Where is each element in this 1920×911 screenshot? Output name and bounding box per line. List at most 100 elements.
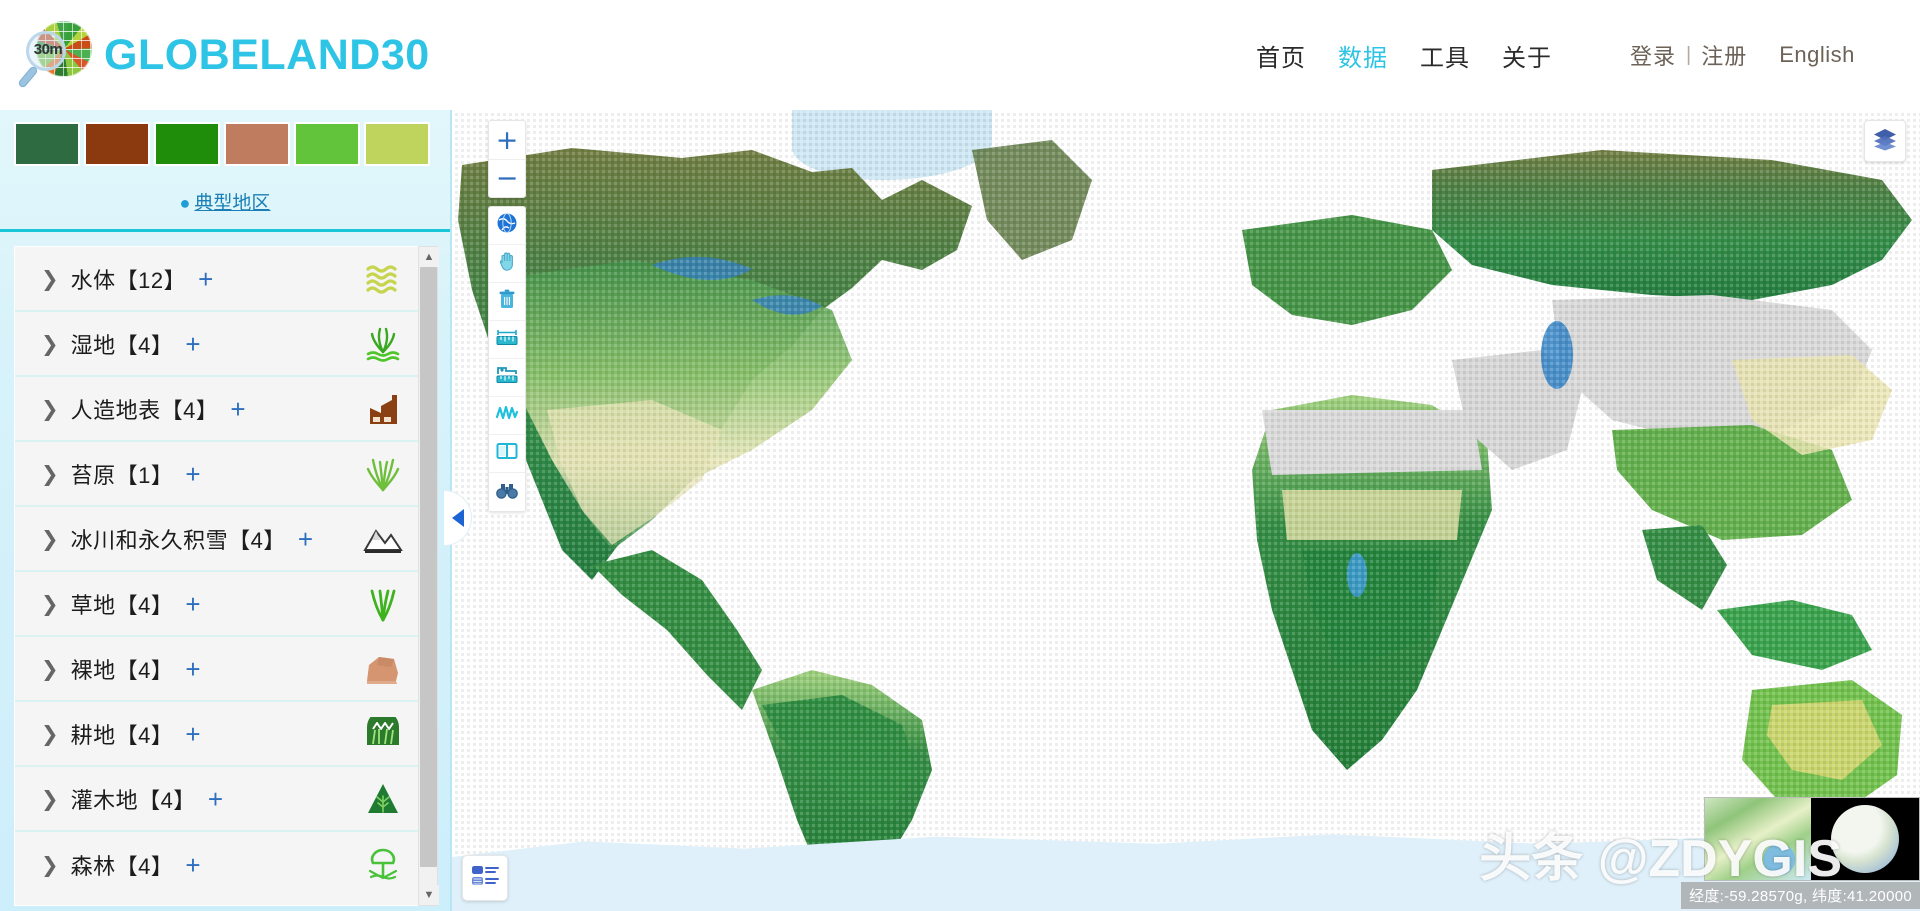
split-compare-button[interactable] xyxy=(489,435,525,473)
login-link[interactable]: 登录 xyxy=(1630,39,1676,71)
measure-distance-icon xyxy=(495,327,519,352)
shrubland-swatch[interactable] xyxy=(364,122,430,166)
forest-swatch[interactable] xyxy=(14,122,80,166)
add-layer-icon[interactable]: + xyxy=(185,461,200,487)
map-toolbar xyxy=(488,206,526,512)
nav-item-data[interactable]: 数据 xyxy=(1322,34,1404,77)
category-row-forest[interactable]: ❯ 森林【4】 + xyxy=(15,832,421,897)
chevron-right-icon: ❯ xyxy=(41,526,59,551)
snow-mountain-icon xyxy=(361,517,405,561)
chevron-right-icon: ❯ xyxy=(41,786,59,811)
nav-item-about[interactable]: 关于 xyxy=(1486,34,1568,77)
grassland-icon xyxy=(361,582,405,626)
chevron-right-icon: ❯ xyxy=(41,331,59,356)
scroll-up-button[interactable]: ▲ xyxy=(419,247,439,267)
binoculars-search-icon xyxy=(495,479,519,506)
sidebar-scrollbar[interactable]: ▲ ▼ xyxy=(418,246,439,906)
brand-logo[interactable]: 30m GLOBELAND30 xyxy=(17,19,430,91)
typical-region-label: 典型地区 xyxy=(194,193,271,214)
clear-trash-icon xyxy=(496,288,518,315)
artificial-surface-swatch[interactable] xyxy=(84,122,150,166)
forest-tree-icon xyxy=(361,843,405,887)
grassland-swatch[interactable] xyxy=(294,122,360,166)
legend-swatch-row xyxy=(0,110,450,166)
measure-area-button[interactable] xyxy=(489,359,525,397)
overview-thumbnails[interactable] xyxy=(1704,797,1920,881)
split-compare-icon xyxy=(495,441,519,466)
category-row-glacier-snow[interactable]: ❯ 冰川和永久积雪【4】 + xyxy=(15,507,421,572)
add-layer-icon[interactable]: + xyxy=(185,852,200,878)
shrub-tree-icon xyxy=(361,777,405,821)
scroll-down-button[interactable]: ▼ xyxy=(419,885,439,905)
section-divider xyxy=(0,229,450,232)
nav-separator: | xyxy=(1686,43,1692,66)
profile-polyline-icon xyxy=(495,403,519,428)
category-row-grassland[interactable]: ❯ 草地【4】 + xyxy=(15,572,421,637)
category-row-water[interactable]: ❯ 水体【12】 + xyxy=(15,247,421,312)
add-layer-icon[interactable]: + xyxy=(185,656,200,682)
category-row-cultivated-land[interactable]: ❯ 耕地【4】 + xyxy=(15,702,421,767)
collapse-panel-left-icon xyxy=(451,509,464,527)
pan-hand-button[interactable] xyxy=(489,245,525,283)
bareland-swatch[interactable] xyxy=(224,122,290,166)
cultivated-land-swatch[interactable] xyxy=(154,122,220,166)
nav-item-home[interactable]: 首页 xyxy=(1240,34,1322,77)
profile-polyline-button[interactable] xyxy=(489,397,525,435)
cultivated-field-icon xyxy=(361,712,405,756)
binoculars-search-button[interactable] xyxy=(489,473,525,511)
add-layer-icon[interactable]: + xyxy=(298,526,313,552)
wetland-reeds-icon xyxy=(361,322,405,366)
nav-item-tools[interactable]: 工具 xyxy=(1404,34,1486,77)
chevron-right-icon: ❯ xyxy=(41,721,59,746)
category-label: 冰川和永久积雪【4】 xyxy=(70,527,286,553)
water-waves-icon xyxy=(361,257,405,301)
category-label: 苔原【1】 xyxy=(70,462,174,488)
category-list-wrapper: ❯ 水体【12】 + ❯ 湿地【4】 + ❯ 人造地表【4】 + ❯ 苔原【1】… xyxy=(14,246,439,906)
globe-sphere-shape xyxy=(1831,805,1899,873)
globe-thumbnail[interactable] xyxy=(1811,798,1919,880)
world-map-viewport[interactable]: + − 头条 @ZDYGIS 经度:-59.28570g, 纬度:41.2000… xyxy=(452,110,1920,911)
category-row-tundra[interactable]: ❯ 苔原【1】 + xyxy=(15,442,421,507)
measure-area-icon xyxy=(495,365,519,390)
bareland-rock-icon xyxy=(361,647,405,691)
overview-map-thumbnail[interactable] xyxy=(1705,798,1811,880)
add-layer-icon[interactable]: + xyxy=(198,266,213,292)
chevron-right-icon: ❯ xyxy=(41,461,59,486)
category-label: 森林【4】 xyxy=(70,853,174,879)
category-row-wetland[interactable]: ❯ 湿地【4】 + xyxy=(15,312,421,377)
category-row-artificial-surface[interactable]: ❯ 人造地表【4】 + xyxy=(15,377,421,442)
main-navigation: 首页 数据 工具 关于 xyxy=(1240,0,1568,110)
zoom-control: + − xyxy=(488,120,526,198)
category-label: 湿地【4】 xyxy=(70,332,174,358)
legend-button[interactable] xyxy=(462,855,508,901)
chevron-right-icon: ❯ xyxy=(41,266,59,291)
chevron-right-icon: ❯ xyxy=(41,396,59,421)
typical-region-link[interactable]: ● 典型地区 xyxy=(0,188,450,215)
clear-trash-button[interactable] xyxy=(489,283,525,321)
add-layer-icon[interactable]: + xyxy=(185,331,200,357)
category-label: 灌木地【4】 xyxy=(70,787,196,813)
scrollbar-thumb[interactable] xyxy=(420,267,437,867)
category-row-bareland[interactable]: ❯ 裸地【4】 + xyxy=(15,637,421,702)
classification-sidebar: ● 典型地区 ❯ 水体【12】 + ❯ 湿地【4】 + ❯ 人造地表【4】 + … xyxy=(0,110,452,911)
layers-button[interactable] xyxy=(1864,120,1906,162)
zoom-out-button[interactable]: − xyxy=(489,159,525,197)
add-layer-icon[interactable]: + xyxy=(185,591,200,617)
tundra-grass-icon xyxy=(361,452,405,496)
legend-list-icon xyxy=(470,862,500,895)
location-pin-icon: ● xyxy=(179,193,191,213)
add-layer-icon[interactable]: + xyxy=(185,721,200,747)
measure-distance-button[interactable] xyxy=(489,321,525,359)
category-label: 耕地【4】 xyxy=(70,722,174,748)
language-switch-link[interactable]: English xyxy=(1779,42,1855,68)
zoom-in-button[interactable]: + xyxy=(489,121,525,159)
landcover-raster xyxy=(452,110,1920,911)
magnifier-handle-icon xyxy=(17,65,39,89)
register-link[interactable]: 注册 xyxy=(1701,39,1747,71)
globe-extent-icon xyxy=(496,212,518,239)
category-row-shrubland[interactable]: ❯ 灌木地【4】 + xyxy=(15,767,421,832)
add-layer-icon[interactable]: + xyxy=(230,396,245,422)
globe-extent-button[interactable] xyxy=(489,207,525,245)
brand-title: GLOBELAND30 xyxy=(104,30,430,79)
add-layer-icon[interactable]: + xyxy=(208,786,223,812)
